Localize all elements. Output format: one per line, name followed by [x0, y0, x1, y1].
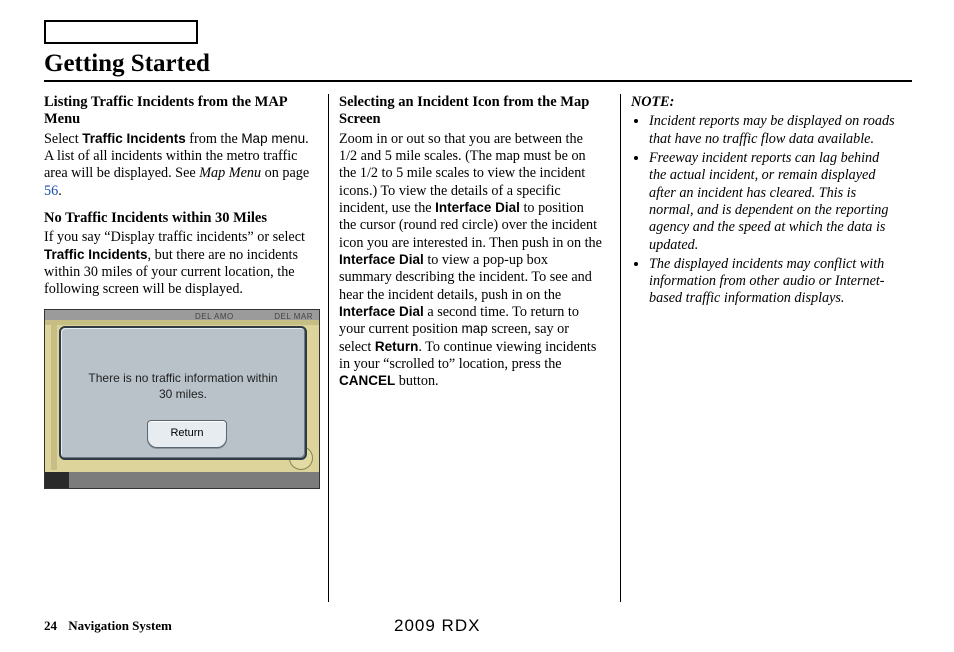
footer-section: Navigation System [68, 618, 172, 633]
note-item: Incident reports may be displayed on roa… [649, 113, 896, 148]
para-listing-traffic: Select Traffic Incidents from the Map me… [44, 131, 320, 200]
return-button[interactable]: Return [147, 420, 227, 448]
note-list: Incident reports may be displayed on roa… [631, 113, 896, 307]
heading-no-traffic: No Traffic Incidents within 30 Miles [44, 210, 320, 227]
column-1: Listing Traffic Incidents from the MAP M… [44, 94, 328, 602]
note-item: The displayed incidents may conflict wit… [649, 256, 896, 308]
note-item: Freeway incident reports can lag behind … [649, 150, 896, 254]
title-rule [44, 80, 912, 82]
screenshot-bottombar [45, 472, 319, 488]
note-label: NOTE: [631, 94, 896, 111]
no-traffic-dialog: There is no traffic information within 3… [59, 326, 307, 460]
map-road [51, 320, 57, 470]
dialog-message: There is no traffic information within 3… [61, 370, 305, 402]
map-label: DEL MAR [274, 312, 313, 322]
column-3: NOTE: Incident reports may be displayed … [620, 94, 904, 602]
header-box [44, 20, 198, 44]
vehicle-model: 2009 RDX [394, 616, 480, 636]
nav-screenshot: DEL AMO DEL MAR There is no traffic info… [44, 309, 320, 489]
map-label: DEL AMO [195, 312, 234, 322]
para-no-traffic: If you say “Display traffic incidents” o… [44, 229, 320, 298]
page-number: 24 [44, 618, 57, 633]
page-title: Getting Started [44, 50, 912, 78]
page-footer: 24 Navigation System 2009 RDX [44, 618, 912, 634]
manual-page: Getting Started Listing Traffic Incident… [44, 20, 912, 602]
para-selecting-incident: Zoom in or out so that you are between t… [339, 131, 604, 391]
heading-selecting-incident: Selecting an Incident Icon from the Map … [339, 94, 604, 129]
screenshot-bottom-left [45, 472, 69, 488]
content-columns: Listing Traffic Incidents from the MAP M… [44, 94, 912, 602]
column-2: Selecting an Incident Icon from the Map … [328, 94, 612, 602]
page-link-56[interactable]: 56 [44, 183, 58, 199]
heading-listing-traffic: Listing Traffic Incidents from the MAP M… [44, 94, 320, 129]
